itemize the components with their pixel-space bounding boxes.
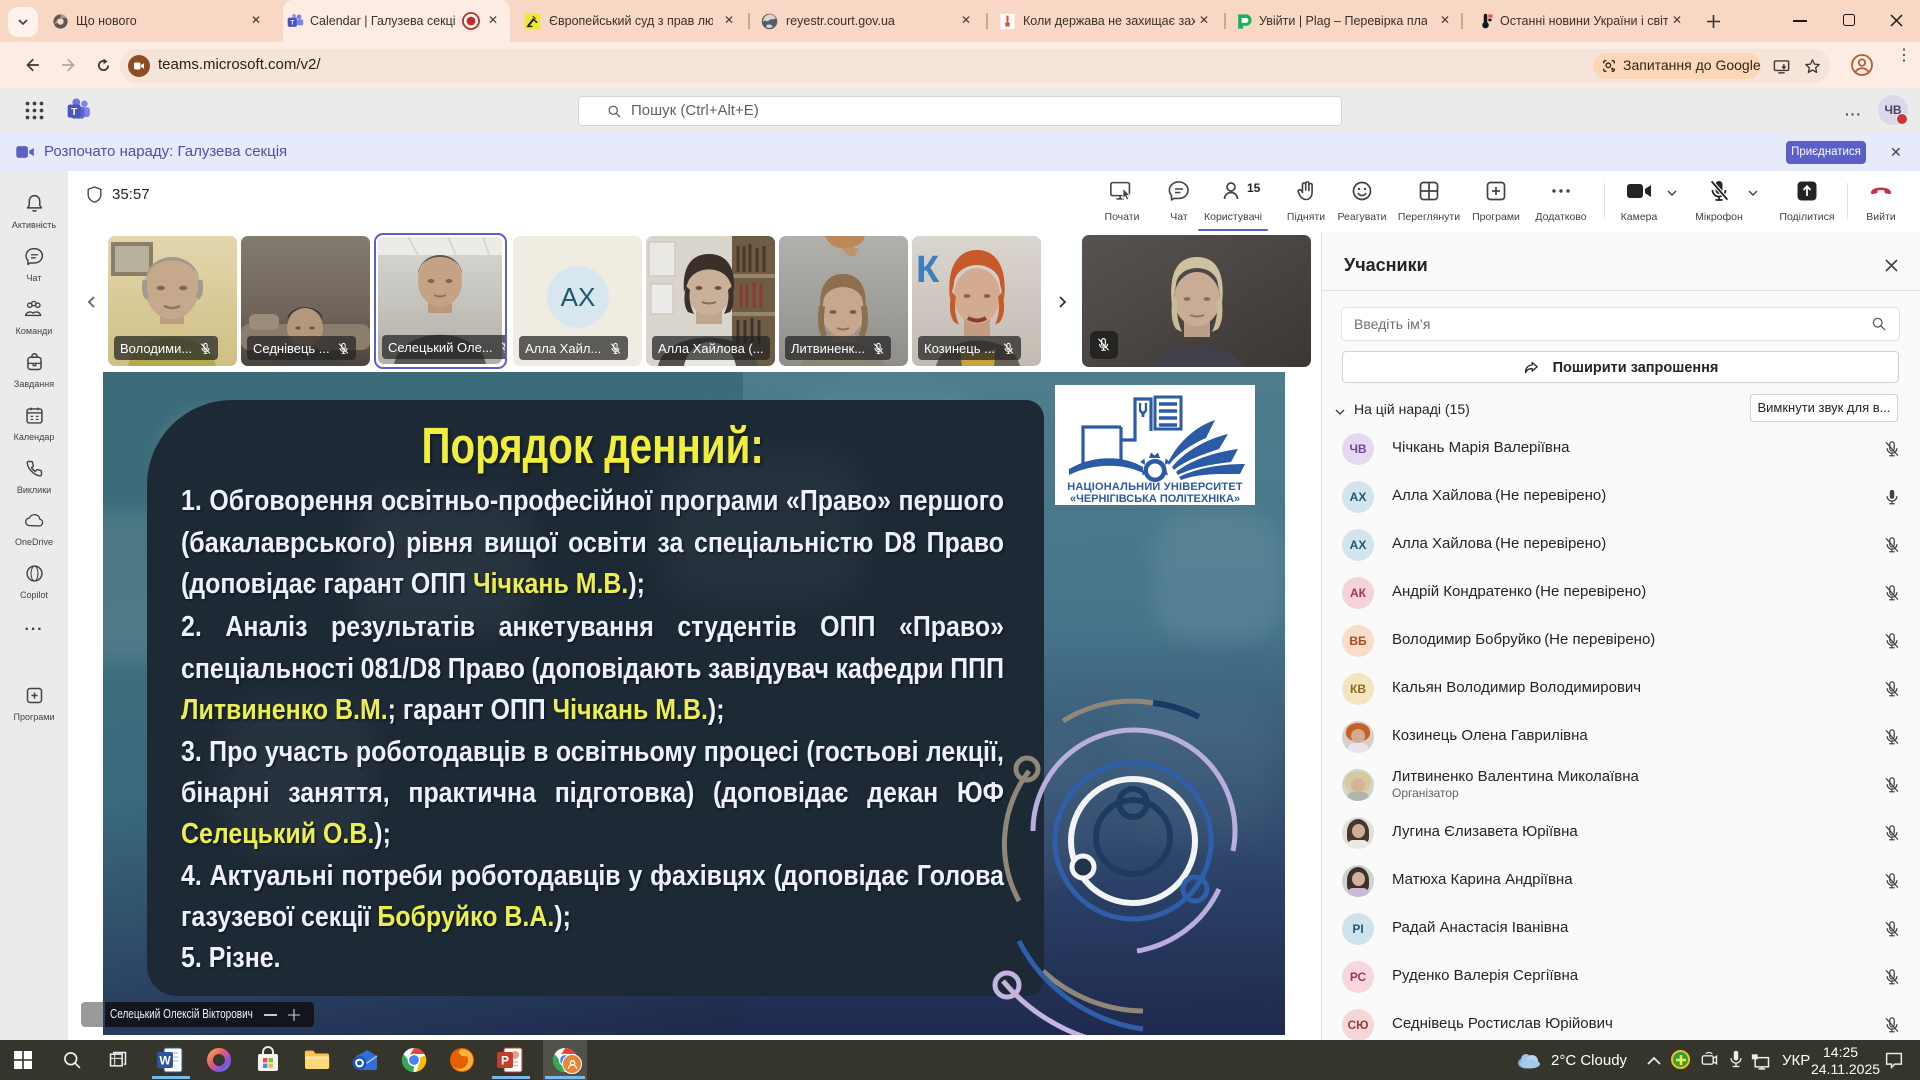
svg-text:P: P bbox=[501, 1054, 509, 1068]
svg-text:НАЦІОНАЛЬНИЙ УНІВЕРСИТЕТ: НАЦІОНАЛЬНИЙ УНІВЕРСИТЕТ bbox=[1067, 480, 1243, 493]
svg-text:К: К bbox=[916, 249, 940, 291]
svg-text:W: W bbox=[159, 1054, 171, 1068]
svg-text:«ЧЕРНІГІВСЬКА ПОЛІТЕХНІКА»: «ЧЕРНІГІВСЬКА ПОЛІТЕХНІКА» bbox=[1070, 493, 1240, 505]
svg-text:T: T bbox=[290, 19, 294, 26]
svg-text:T: T bbox=[71, 107, 78, 118]
